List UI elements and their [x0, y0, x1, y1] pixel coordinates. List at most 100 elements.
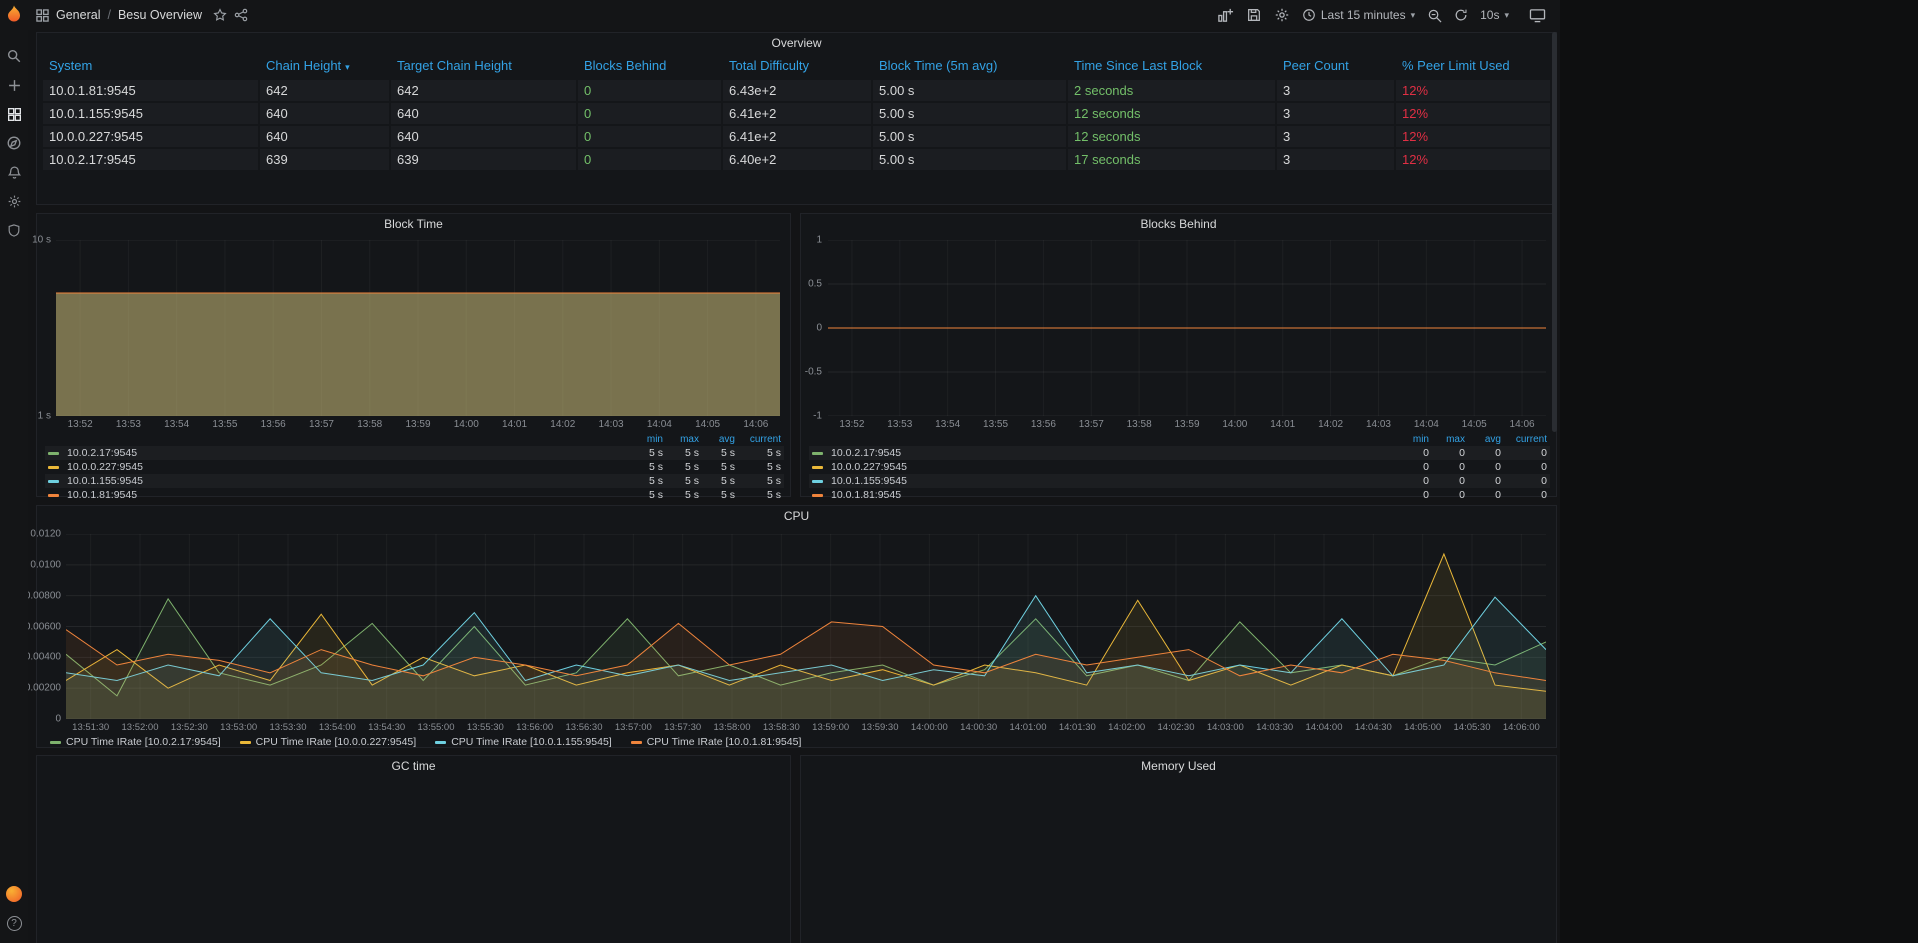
help-icon: ?: [7, 916, 22, 931]
y-axis: 10.50-0.5-1: [801, 240, 824, 416]
blocks-behind-plot[interactable]: [828, 240, 1546, 416]
legend-color-dash-icon[interactable]: [48, 466, 59, 469]
zoom-out-icon[interactable]: [1427, 8, 1442, 23]
sidebar-item-help[interactable]: ?: [3, 913, 25, 933]
sidebar-item-profile[interactable]: [3, 884, 25, 904]
x-tick-label: 14:02:30: [1158, 722, 1195, 733]
refresh-icon[interactable]: [1454, 8, 1468, 22]
add-panel-icon[interactable]: [1217, 7, 1234, 24]
sidebar-item-dashboards[interactable]: [3, 104, 25, 124]
sidebar-item-alerting[interactable]: [3, 162, 25, 182]
y-axis: 10 s1 s: [37, 240, 53, 416]
x-tick-label: 13:51:30: [72, 722, 109, 733]
legend-series-name[interactable]: 10.0.1.81:9545: [63, 489, 630, 501]
time-range-picker[interactable]: Last 15 minutes ▾: [1302, 8, 1415, 22]
x-tick-label: 13:59: [405, 419, 430, 430]
legend-stat-header[interactable]: avg: [1468, 434, 1504, 445]
x-tick-label: 13:55: [983, 419, 1008, 430]
sidebar-item-explore[interactable]: [3, 133, 25, 153]
save-dashboard-icon[interactable]: [1246, 7, 1262, 23]
y-tick-label: 10 s: [32, 235, 51, 246]
sidebar-item-search[interactable]: [3, 46, 25, 66]
cpu-plot[interactable]: [66, 534, 1546, 719]
x-tick-label: 13:56: [261, 419, 286, 430]
sidebar-item-create[interactable]: [3, 75, 25, 95]
y-tick-label: 0.00400: [28, 652, 61, 663]
column-header-time-since-last-block[interactable]: Time Since Last Block: [1068, 55, 1277, 76]
table-cell: 12 seconds: [1068, 126, 1277, 147]
panel-title[interactable]: Memory Used: [801, 756, 1556, 776]
panel-title[interactable]: CPU: [37, 506, 1556, 526]
legend-color-dash-icon[interactable]: [48, 494, 59, 497]
legend-series-name[interactable]: 10.0.0.227:9545: [63, 461, 630, 473]
legend-stat-header[interactable]: current: [738, 434, 784, 445]
y-tick-label: 0.00600: [28, 621, 61, 632]
column-header--peer-limit-used[interactable]: % Peer Limit Used: [1396, 55, 1550, 76]
scrollbar[interactable]: [1552, 32, 1557, 432]
x-tick-label: 14:03: [1366, 419, 1391, 430]
legend-stat-header[interactable]: avg: [702, 434, 738, 445]
legend-item[interactable]: CPU Time IRate [10.0.1.155:9545]: [432, 736, 612, 748]
cycle-view-mode-icon[interactable]: [1529, 8, 1546, 23]
share-icon[interactable]: [234, 8, 248, 22]
legend-series-name[interactable]: 10.0.0.227:9545: [827, 461, 1396, 473]
legend-series-name[interactable]: 10.0.1.81:9545: [827, 489, 1396, 501]
legend-item[interactable]: CPU Time IRate [10.0.2.17:9545]: [47, 736, 221, 748]
legend-series-name[interactable]: 10.0.1.155:9545: [827, 475, 1396, 487]
breadcrumb-title[interactable]: Besu Overview: [118, 8, 202, 22]
legend-item[interactable]: CPU Time IRate [10.0.0.227:9545]: [237, 736, 417, 748]
table-cell: 0: [578, 149, 723, 170]
panel-title[interactable]: Block Time: [37, 214, 790, 234]
sort-caret-icon: ▾: [345, 62, 350, 72]
refresh-interval-dropdown[interactable]: 10s ▾: [1480, 8, 1509, 22]
legend-stat-header[interactable]: max: [666, 434, 702, 445]
panel-title[interactable]: Overview: [37, 33, 1556, 53]
legend-series-name[interactable]: 10.0.1.155:9545: [63, 475, 630, 487]
legend-color-dash-icon[interactable]: [812, 494, 823, 497]
x-tick-label: 14:06:00: [1503, 722, 1540, 733]
x-tick-label: 14:03:30: [1256, 722, 1293, 733]
legend-stat-header[interactable]: min: [630, 434, 666, 445]
breadcrumb-section[interactable]: General: [56, 8, 100, 22]
legend: minmaxavgcurrent10.0.2.17:9545000010.0.0…: [809, 433, 1550, 502]
legend-color-dash-icon[interactable]: [812, 480, 823, 483]
column-header-blocks-behind[interactable]: Blocks Behind: [578, 55, 723, 76]
x-tick-label: 14:04: [1414, 419, 1439, 430]
legend-color-dash-icon[interactable]: [812, 466, 823, 469]
dashboard-grid-icon[interactable]: [36, 9, 49, 22]
y-tick-label: 0: [816, 323, 822, 334]
x-tick-label: 13:57: [1079, 419, 1104, 430]
x-tick-label: 13:54:30: [368, 722, 405, 733]
legend-color-dash-icon[interactable]: [48, 452, 59, 455]
column-header-total-difficulty[interactable]: Total Difficulty: [723, 55, 873, 76]
legend-series-name[interactable]: 10.0.2.17:9545: [827, 447, 1396, 459]
dashboards-grid-icon: [7, 107, 22, 122]
dashboard-settings-icon[interactable]: [1274, 7, 1290, 23]
legend-stat-value: 0: [1396, 489, 1432, 501]
table-cell: 12%: [1396, 103, 1550, 124]
grafana-logo-icon[interactable]: [3, 4, 25, 26]
column-header-target-chain-height[interactable]: Target Chain Height: [391, 55, 578, 76]
block-time-plot[interactable]: [56, 240, 780, 416]
legend-color-dash-icon[interactable]: [48, 480, 59, 483]
legend-series-name[interactable]: 10.0.2.17:9545: [63, 447, 630, 459]
x-tick-label: 13:55:30: [467, 722, 504, 733]
star-icon[interactable]: [213, 8, 227, 22]
panel-title[interactable]: GC time: [37, 756, 790, 776]
legend-stat-header[interactable]: min: [1396, 434, 1432, 445]
sidebar-item-configuration[interactable]: [3, 191, 25, 211]
y-tick-label: 0.0120: [30, 529, 61, 540]
legend-stat-header[interactable]: max: [1432, 434, 1468, 445]
legend-item[interactable]: CPU Time IRate [10.0.1.81:9545]: [628, 736, 802, 748]
panel-title[interactable]: Blocks Behind: [801, 214, 1556, 234]
table-cell: 2 seconds: [1068, 80, 1277, 101]
column-header-block-time-5m-avg-[interactable]: Block Time (5m avg): [873, 55, 1068, 76]
column-header-chain-height[interactable]: Chain Height▾: [260, 55, 391, 76]
legend-stat-header[interactable]: current: [1504, 434, 1550, 445]
column-header-peer-count[interactable]: Peer Count: [1277, 55, 1396, 76]
column-header-system[interactable]: System: [43, 55, 260, 76]
legend-color-dash-icon[interactable]: [812, 452, 823, 455]
legend: minmaxavgcurrent10.0.2.17:95455 s5 s5 s5…: [45, 433, 784, 502]
table-cell: 640: [391, 103, 578, 124]
sidebar-item-server-admin[interactable]: [3, 220, 25, 240]
